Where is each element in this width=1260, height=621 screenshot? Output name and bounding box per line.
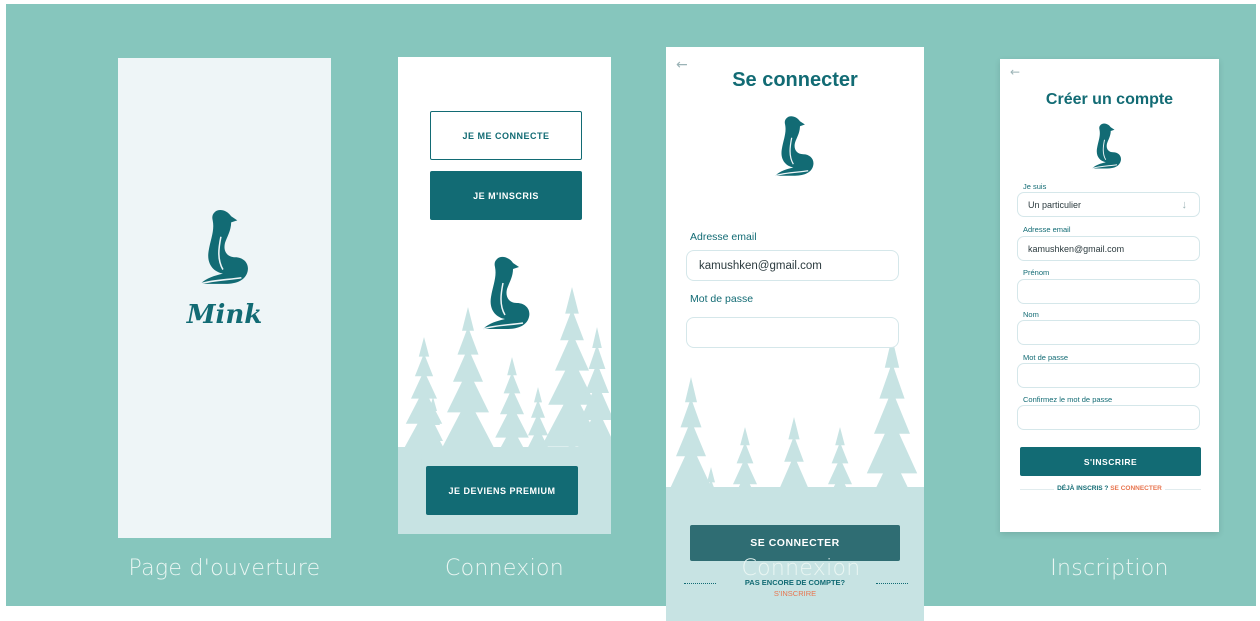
signup-screen: ← Créer un compte Je suis Un particulier… xyxy=(1000,59,1219,532)
firstname-field[interactable] xyxy=(1017,279,1200,304)
signup-button[interactable]: JE M'INSCRIS xyxy=(430,171,582,220)
signup-link[interactable]: S'INSCRIRE xyxy=(666,589,924,598)
email-label: Adresse email xyxy=(1023,225,1071,234)
chevron-down-icon: ↓ xyxy=(1181,198,1188,211)
lastname-label: Nom xyxy=(1023,310,1039,319)
signup-title: Créer un compte xyxy=(1045,91,1174,108)
login-link[interactable]: SE CONNECTER xyxy=(1110,485,1162,492)
signup-submit-button[interactable]: S'INSCRIRE xyxy=(1020,447,1201,476)
email-field[interactable]: kamushken@gmail.com xyxy=(1017,236,1200,261)
confirm-password-field[interactable] xyxy=(1017,405,1200,430)
mink-logo-icon xyxy=(774,115,815,177)
connexion-screen: JE ME CONNECTE JE M'INSCRIS JE DEVIENS P… xyxy=(398,57,611,534)
opening-screen: Mink xyxy=(118,58,331,538)
mink-logo-icon xyxy=(199,209,249,285)
caption-inscription: Inscription xyxy=(1050,556,1169,581)
password-field[interactable] xyxy=(686,317,899,348)
back-arrow-icon[interactable]: ← xyxy=(1010,65,1020,79)
email-label: Adresse email xyxy=(690,231,757,243)
brand-name: Mink xyxy=(186,300,263,330)
type-select-value: Un particulier xyxy=(1028,199,1082,210)
login-title: Se connecter xyxy=(732,69,858,91)
already-row: DÉJÀ INSCRIS ? SE CONNECTER xyxy=(1000,485,1219,492)
login-button[interactable]: JE ME CONNECTE xyxy=(430,111,582,160)
email-field[interactable]: kamushken@gmail.com xyxy=(686,250,899,281)
password-field[interactable] xyxy=(1017,363,1200,388)
caption-connexion: Connexion xyxy=(444,556,565,581)
firstname-label: Prénom xyxy=(1023,268,1050,277)
mink-logo-icon xyxy=(1091,122,1122,169)
login-screen: ← Se connecter Adresse email kamushken@g… xyxy=(666,47,924,621)
type-select[interactable]: Un particulier ↓ xyxy=(1017,192,1200,217)
lastname-field[interactable] xyxy=(1017,320,1200,345)
premium-button[interactable]: JE DEVIENS PREMIUM xyxy=(426,466,578,515)
caption-login: Connexion xyxy=(741,556,861,581)
type-label: Je suis xyxy=(1023,182,1047,191)
already-text: DÉJÀ INSCRIS ? xyxy=(1057,485,1109,492)
mink-logo-icon xyxy=(482,256,531,330)
password-label: Mot de passe xyxy=(690,293,754,305)
mockup-canvas: Mink Page d'ouverture JE ME CONNECTE JE … xyxy=(6,4,1256,606)
confirm-password-label: Confirmez le mot de passe xyxy=(1023,395,1113,404)
password-label: Mot de passe xyxy=(1023,353,1069,362)
caption-opening: Page d'ouverture xyxy=(128,556,321,581)
